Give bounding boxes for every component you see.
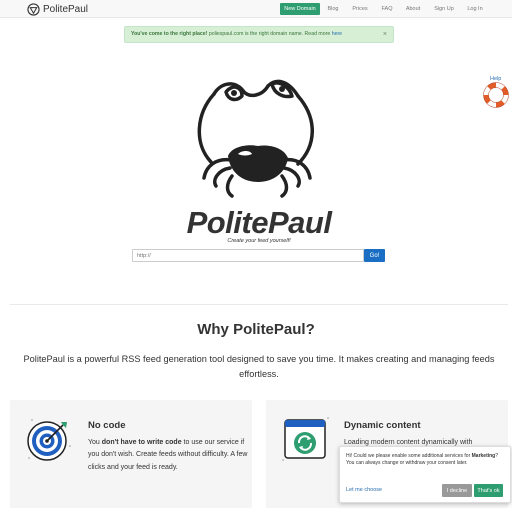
brand-name: PolitePaul bbox=[43, 3, 89, 15]
divider bbox=[10, 304, 508, 305]
decline-button[interactable]: I decline bbox=[442, 484, 472, 497]
nav-item-log-in[interactable]: Log In bbox=[464, 3, 486, 15]
logo-text: PolitePaul bbox=[186, 205, 332, 240]
navbar: PolitePaul New Domain Blog Prices FAQ Ab… bbox=[0, 0, 512, 18]
consent-text-bold: Marketing bbox=[471, 453, 496, 459]
consent-popup: Hi! Could we please enable some addition… bbox=[339, 446, 511, 503]
why-description: PolitePaul is a powerful RSS feed genera… bbox=[23, 354, 495, 379]
consent-text: Hi! Could we please enable some addition… bbox=[346, 453, 506, 467]
close-icon[interactable]: × bbox=[383, 27, 387, 42]
why-title: Why PolitePaul? bbox=[197, 321, 315, 338]
lifebuoy-icon[interactable] bbox=[483, 82, 509, 108]
alert-text: poliespaul.com is the right domain name.… bbox=[208, 31, 331, 37]
page: PolitePaul New Domain Blog Prices FAQ Ab… bbox=[0, 0, 512, 512]
brand-logo-icon bbox=[27, 2, 40, 16]
alert-strong: You've come to the right place! bbox=[131, 31, 208, 37]
feature-title: No code bbox=[88, 420, 126, 431]
brand[interactable]: PolitePaul bbox=[27, 2, 88, 16]
refresh-window-icon bbox=[282, 417, 329, 461]
consent-text-pre: Hi! Could we please enable some addition… bbox=[346, 453, 472, 459]
nav-item-new-domain[interactable]: New Domain bbox=[280, 3, 320, 15]
feature-card-no-code: No code You don't have to write code to … bbox=[10, 400, 252, 508]
tagline: Create your feed yourself! bbox=[227, 238, 291, 244]
alert-banner: You've come to the right place! poliespa… bbox=[124, 26, 394, 43]
alert-link[interactable]: here bbox=[332, 31, 342, 37]
target-icon bbox=[27, 419, 71, 461]
help-widget[interactable]: Help bbox=[483, 76, 509, 110]
nav-item-faq[interactable]: FAQ bbox=[378, 3, 396, 15]
nav-item-about[interactable]: About bbox=[402, 3, 424, 15]
feature-text: You don't have to write code to use our … bbox=[88, 437, 248, 474]
nav-item-blog[interactable]: Blog bbox=[324, 3, 342, 15]
let-me-choose-link[interactable]: Let me choose bbox=[346, 487, 382, 493]
mascot-logo-icon bbox=[197, 79, 314, 198]
feature-text-pre: You bbox=[88, 439, 102, 446]
nav-item-sign-up[interactable]: Sign Up bbox=[431, 3, 457, 15]
go-button[interactable]: Go! bbox=[364, 249, 385, 262]
feature-title: Dynamic content bbox=[344, 420, 421, 431]
accept-button[interactable]: That's ok bbox=[474, 484, 503, 497]
nav-item-prices[interactable]: Prices bbox=[349, 3, 371, 15]
feature-text-bold: don't have to write code bbox=[101, 439, 182, 446]
feed-url-input[interactable] bbox=[132, 249, 364, 262]
